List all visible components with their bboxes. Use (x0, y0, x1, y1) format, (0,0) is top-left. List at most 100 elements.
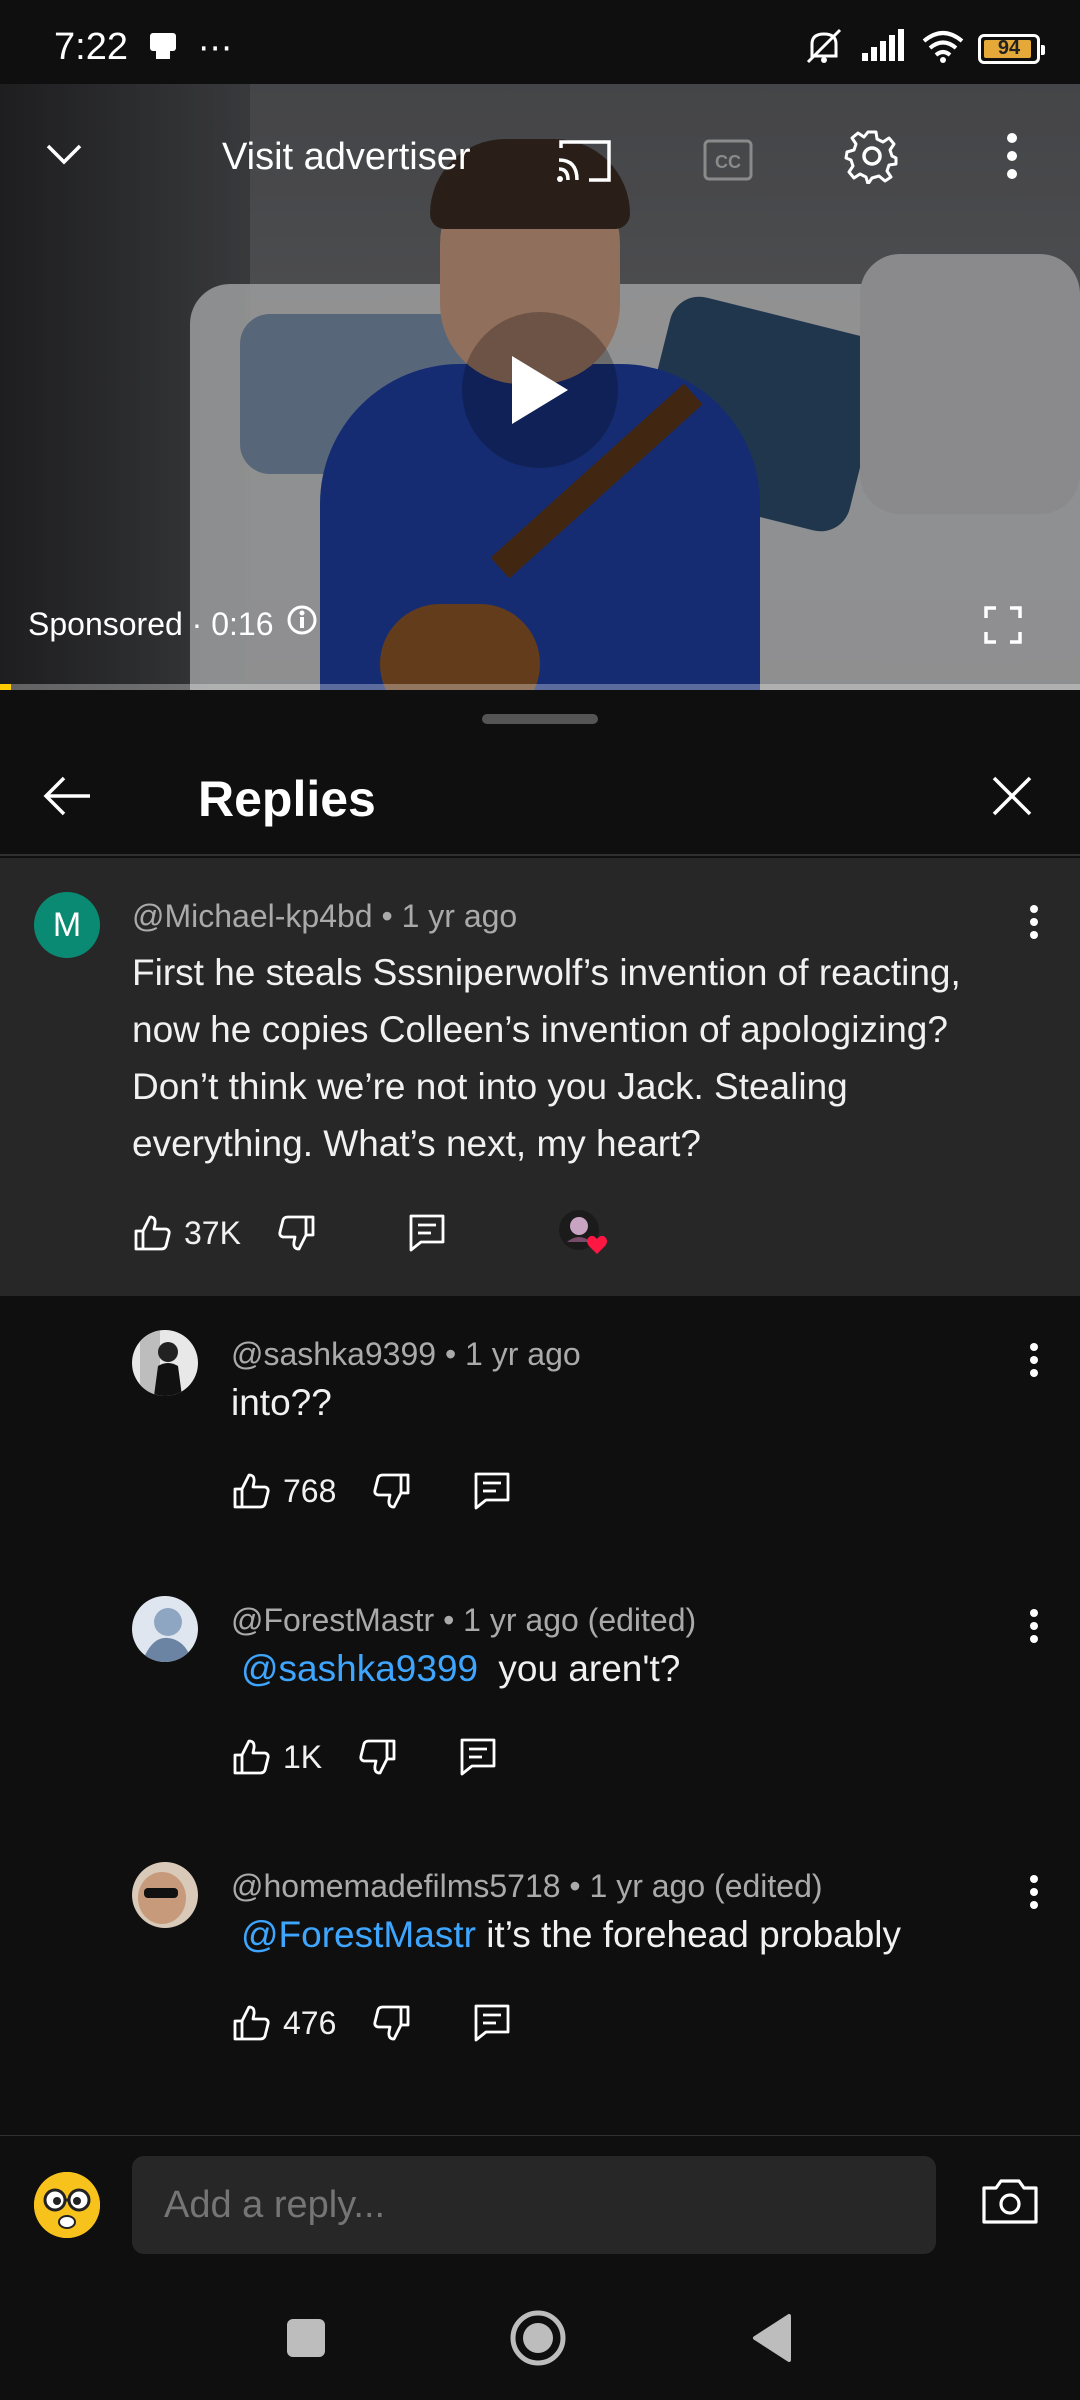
sponsored-label: Sponsored · 0:16 (28, 604, 318, 644)
cast-button[interactable] (552, 128, 616, 192)
reply-button[interactable] (407, 1212, 447, 1254)
back-triangle-icon (753, 2314, 791, 2362)
svg-text:CC: CC (715, 152, 741, 172)
settings-button[interactable] (840, 124, 904, 188)
thumbs-up-icon (233, 2005, 270, 2041)
replies-panel: Replies M @Michael-kp4bd • 1 yr ago Firs… (0, 690, 1080, 2137)
comment-actions: 768 (231, 1470, 512, 1512)
panel-header: Replies (0, 730, 1080, 856)
gear-icon (844, 130, 898, 184)
avatar[interactable] (132, 1330, 198, 1396)
comment-actions: 37K (132, 1208, 611, 1258)
comment-icon (409, 1214, 445, 1252)
player-more-button[interactable] (992, 124, 1032, 188)
close-button[interactable] (982, 766, 1042, 826)
like-button[interactable]: 768 (231, 1471, 336, 1511)
like-button[interactable]: 37K (132, 1213, 241, 1253)
dislike-button[interactable] (372, 1471, 412, 1511)
add-reply-bar (0, 2136, 1080, 2276)
user-avatar[interactable] (34, 2172, 100, 2238)
reply-item: @ForestMastr • 1 yr ago (edited) @sashka… (0, 1596, 1080, 1862)
fullscreen-button[interactable] (978, 600, 1028, 650)
comment-more-button[interactable] (1014, 892, 1054, 952)
comment-more-button[interactable] (1014, 1862, 1054, 1922)
reply-button[interactable] (472, 2002, 512, 2044)
comment-body: it’s the forehead probably (486, 1914, 902, 1955)
cast-icon (557, 140, 611, 182)
recents-button[interactable] (274, 2306, 338, 2370)
comment-icon (460, 1738, 496, 1776)
comment-actions: 1K (231, 1736, 498, 1778)
notification-icon (146, 29, 180, 68)
comment-text: @ForestMastr it’s the forehead probably (231, 1914, 901, 1956)
play-button[interactable] (462, 312, 618, 468)
video-player[interactable]: Visit advertiser CC Sponsored · 0:16 (0, 84, 1080, 690)
system-navigation-bar (0, 2276, 1080, 2400)
wifi-icon (922, 29, 964, 68)
parent-comment: M @Michael-kp4bd • 1 yr ago First he ste… (0, 858, 1080, 1296)
more-vertical-icon (1030, 905, 1038, 939)
more-vertical-icon (1030, 1343, 1038, 1377)
more-vertical-icon (1030, 1609, 1038, 1643)
thumbs-down-icon (359, 1739, 396, 1775)
mention-link[interactable]: @sashka9399 (241, 1648, 478, 1689)
battery-level: 94 (997, 37, 1021, 59)
captions-button[interactable]: CC (696, 128, 760, 192)
creator-heart-badge (557, 1208, 611, 1258)
comment-actions: 476 (231, 2002, 512, 2044)
thumbs-up-icon (233, 1473, 270, 1509)
page-title: Replies (198, 771, 376, 827)
comment-more-button[interactable] (1014, 1330, 1054, 1390)
chevron-down-icon (46, 144, 82, 165)
comment-author-meta[interactable]: @Michael-kp4bd • 1 yr ago (132, 898, 517, 935)
info-icon[interactable] (286, 604, 318, 644)
like-button[interactable]: 1K (231, 1737, 322, 1777)
like-count: 476 (283, 2004, 337, 2041)
collapse-player-button[interactable] (34, 124, 94, 184)
avatar[interactable] (132, 1596, 198, 1662)
comment-author-meta[interactable]: @sashka9399 • 1 yr ago (231, 1336, 581, 1373)
battery-icon: 94 (978, 33, 1045, 64)
more-vertical-icon (1007, 133, 1017, 179)
like-button[interactable]: 476 (231, 2003, 336, 2043)
comment-icon (474, 1472, 510, 1510)
camera-icon (982, 2179, 1038, 2224)
thumbs-up-icon (134, 1215, 171, 1251)
home-button[interactable] (506, 2306, 570, 2370)
reply-item: @sashka9399 • 1 yr ago into?? 768 (0, 1330, 1080, 1596)
comment-author-meta[interactable]: @homemadefilms5718 • 1 yr ago (edited) (231, 1868, 823, 1905)
reply-button[interactable] (472, 1470, 512, 1512)
back-button[interactable] (38, 766, 98, 826)
fullscreen-icon (984, 606, 1022, 644)
thumbs-down-icon (373, 2005, 410, 2041)
like-count: 1K (283, 1738, 323, 1775)
play-icon (512, 356, 568, 424)
thumbs-down-icon (278, 1215, 315, 1251)
reply-input[interactable] (132, 2156, 936, 2254)
like-count: 768 (283, 1472, 337, 1509)
dislike-button[interactable] (372, 2003, 412, 2043)
thumbs-down-icon (373, 1473, 410, 1509)
camera-button[interactable] (980, 2176, 1040, 2232)
comment-text: @sashka9399 you aren't? (231, 1648, 680, 1690)
dislike-button[interactable] (277, 1213, 317, 1253)
thumbs-up-icon (233, 1739, 270, 1775)
status-time: 7:22 (54, 26, 128, 68)
comment-author-meta[interactable]: @ForestMastr • 1 yr ago (edited) (231, 1602, 696, 1639)
close-icon (992, 776, 1032, 816)
avatar[interactable] (132, 1862, 198, 1928)
avatar[interactable]: M (34, 892, 100, 958)
mention-link[interactable]: @ForestMastr (241, 1914, 476, 1955)
system-back-button[interactable] (740, 2306, 804, 2370)
drag-handle[interactable] (482, 714, 598, 724)
dislike-button[interactable] (358, 1737, 398, 1777)
more-vertical-icon (1030, 1875, 1038, 1909)
comment-more-button[interactable] (1014, 1596, 1054, 1656)
home-circle-icon (510, 2310, 566, 2366)
more-notifications-icon: ⋯ (198, 29, 232, 67)
comment-text: First he steals Sssniperwolf’s invention… (132, 952, 961, 1164)
visit-advertiser-link[interactable]: Visit advertiser (222, 136, 471, 179)
reply-button[interactable] (458, 1736, 498, 1778)
comment-body: you aren't? (498, 1648, 681, 1689)
square-icon (287, 2319, 325, 2357)
